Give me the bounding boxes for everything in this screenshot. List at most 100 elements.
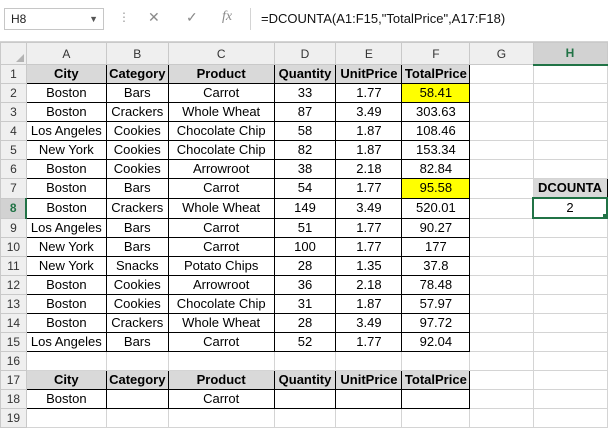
cell-d6[interactable]: 38 xyxy=(273,159,337,179)
row-header-11[interactable]: 11 xyxy=(0,255,27,276)
column-header-e[interactable]: E xyxy=(335,42,403,65)
cell-e4[interactable]: 1.87 xyxy=(335,121,403,141)
cell-c8[interactable]: Whole Wheat xyxy=(167,197,275,219)
cell-a6[interactable]: Boston xyxy=(25,159,107,179)
row-header-10[interactable]: 10 xyxy=(0,236,27,257)
cell-g8[interactable] xyxy=(469,197,534,219)
cell-c17[interactable]: Product xyxy=(167,369,275,390)
cell-f4[interactable]: 108.46 xyxy=(401,121,471,141)
cell-d11[interactable]: 28 xyxy=(273,255,337,276)
cell-a14[interactable]: Boston xyxy=(25,312,107,333)
cell-f9[interactable]: 90.27 xyxy=(401,217,471,238)
row-header-17[interactable]: 17 xyxy=(0,369,27,390)
cell-g17[interactable] xyxy=(469,369,534,390)
cell-a3[interactable]: Boston xyxy=(25,102,107,122)
cell-g3[interactable] xyxy=(469,102,534,122)
column-header-h[interactable]: H xyxy=(532,42,608,66)
cell-d1[interactable]: Quantity xyxy=(273,64,337,84)
cell-f13[interactable]: 57.97 xyxy=(401,293,471,314)
cell-a2[interactable]: Boston xyxy=(25,83,107,103)
cell-d2[interactable]: 33 xyxy=(273,83,337,103)
cell-d7[interactable]: 54 xyxy=(273,178,337,199)
cell-f12[interactable]: 78.48 xyxy=(401,274,471,295)
cell-d16[interactable] xyxy=(273,350,337,371)
cell-f6[interactable]: 82.84 xyxy=(401,159,471,179)
cell-a4[interactable]: Los Angeles xyxy=(25,121,107,141)
cell-b14[interactable]: Crackers xyxy=(105,312,169,333)
cell-d18[interactable] xyxy=(273,388,337,409)
name-box[interactable]: H8 ▼ xyxy=(4,8,104,30)
cell-b19[interactable] xyxy=(105,407,169,428)
column-header-f[interactable]: F xyxy=(401,42,471,65)
row-header-19[interactable]: 19 xyxy=(0,407,27,428)
enter-icon[interactable]: ✓ xyxy=(186,9,198,26)
cell-c16[interactable] xyxy=(167,350,275,371)
cell-f19[interactable] xyxy=(401,407,471,428)
column-header-c[interactable]: C xyxy=(167,42,275,65)
cell-a19[interactable] xyxy=(25,407,107,428)
cell-g4[interactable] xyxy=(469,121,534,141)
cell-c2[interactable]: Carrot xyxy=(167,83,275,103)
cell-g16[interactable] xyxy=(469,350,534,371)
column-header-a[interactable]: A xyxy=(25,42,107,65)
cell-g10[interactable] xyxy=(469,236,534,257)
cell-a12[interactable]: Boston xyxy=(25,274,107,295)
cell-b8[interactable]: Crackers xyxy=(105,197,169,219)
cell-e16[interactable] xyxy=(335,350,403,371)
cell-e12[interactable]: 2.18 xyxy=(335,274,403,295)
cell-a18[interactable]: Boston xyxy=(25,388,107,409)
column-header-b[interactable]: B xyxy=(105,42,169,65)
cell-e2[interactable]: 1.77 xyxy=(335,83,403,103)
cell-c18[interactable]: Carrot xyxy=(167,388,275,409)
cell-e9[interactable]: 1.77 xyxy=(335,217,403,238)
cell-g15[interactable] xyxy=(469,331,534,352)
cell-f15[interactable]: 92.04 xyxy=(401,331,471,352)
row-header-18[interactable]: 18 xyxy=(0,388,27,409)
cell-d13[interactable]: 31 xyxy=(273,293,337,314)
cell-g6[interactable] xyxy=(469,159,534,179)
row-header-15[interactable]: 15 xyxy=(0,331,27,352)
cell-e15[interactable]: 1.77 xyxy=(335,331,403,352)
cell-e10[interactable]: 1.77 xyxy=(335,236,403,257)
cell-e11[interactable]: 1.35 xyxy=(335,255,403,276)
cell-h16[interactable] xyxy=(532,350,608,371)
cell-d3[interactable]: 87 xyxy=(273,102,337,122)
cell-h18[interactable] xyxy=(532,388,608,409)
cell-a10[interactable]: New York xyxy=(25,236,107,257)
cell-c19[interactable] xyxy=(167,407,275,428)
cell-h14[interactable] xyxy=(532,312,608,333)
select-all-button[interactable] xyxy=(0,42,27,65)
cell-f2[interactable]: 58.41 xyxy=(401,83,471,103)
cell-e8[interactable]: 3.49 xyxy=(335,197,403,219)
cell-h3[interactable] xyxy=(532,102,608,122)
cell-h1[interactable] xyxy=(532,64,608,84)
cell-h13[interactable] xyxy=(532,293,608,314)
fill-handle[interactable] xyxy=(602,213,606,216)
cell-c5[interactable]: Chocolate Chip xyxy=(167,140,275,160)
row-header-4[interactable]: 4 xyxy=(0,121,27,141)
cell-c11[interactable]: Potato Chips xyxy=(167,255,275,276)
cell-a13[interactable]: Boston xyxy=(25,293,107,314)
cell-f11[interactable]: 37.8 xyxy=(401,255,471,276)
cell-b9[interactable]: Bars xyxy=(105,217,169,238)
cell-b13[interactable]: Cookies xyxy=(105,293,169,314)
cell-a5[interactable]: New York xyxy=(25,140,107,160)
cell-f10[interactable]: 177 xyxy=(401,236,471,257)
cell-e17[interactable]: UnitPrice xyxy=(335,369,403,390)
cell-b1[interactable]: Category xyxy=(105,64,169,84)
cell-g1[interactable] xyxy=(469,64,534,84)
cell-a9[interactable]: Los Angeles xyxy=(25,217,107,238)
cell-h19[interactable] xyxy=(532,407,608,428)
cell-a8[interactable]: Boston xyxy=(25,197,107,219)
insert-function-icon[interactable]: fx xyxy=(222,9,232,25)
cell-b7[interactable]: Bars xyxy=(105,178,169,199)
cell-a15[interactable]: Los Angeles xyxy=(25,331,107,352)
cell-h4[interactable] xyxy=(532,121,608,141)
cell-c3[interactable]: Whole Wheat xyxy=(167,102,275,122)
cell-g5[interactable] xyxy=(469,140,534,160)
row-header-1[interactable]: 1 xyxy=(0,64,27,84)
cell-g9[interactable] xyxy=(469,217,534,238)
cell-g13[interactable] xyxy=(469,293,534,314)
cell-e1[interactable]: UnitPrice xyxy=(335,64,403,84)
cell-e7[interactable]: 1.77 xyxy=(335,178,403,199)
